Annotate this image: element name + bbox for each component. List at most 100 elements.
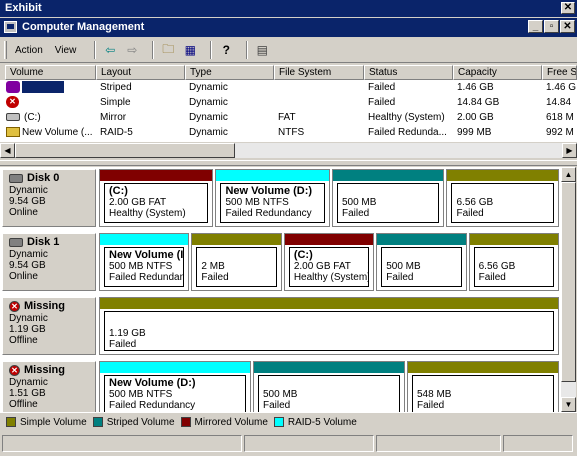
menu-view[interactable]: View (55, 45, 77, 56)
volume-row[interactable]: Striped Dynamic Failed 1.46 GB 1.46 G (0, 80, 577, 95)
mirrored-volume-swatch (180, 417, 191, 427)
partition-status: Failed (478, 272, 506, 283)
toolbar-separator (246, 41, 249, 59)
scroll-up-arrow-icon[interactable]: ▲ (561, 167, 576, 182)
column-header-capacity[interactable]: Capacity (453, 65, 542, 80)
volume-type: Dynamic (189, 127, 228, 138)
partition[interactable]: (C:) 2.00 GB FAT Healthy (System) (283, 233, 375, 291)
scroll-thumb-vertical[interactable] (561, 182, 576, 382)
striped-volume-bar (332, 170, 444, 181)
disk-type: Dynamic (9, 313, 48, 324)
window-titlebar: Computer Management _ ▫ ✕ (0, 18, 577, 37)
volume-capacity: 14.84 GB (457, 97, 500, 108)
minimize-button[interactable]: _ (528, 20, 543, 33)
legend-item: Striped Volume (92, 417, 175, 428)
partition[interactable]: New Volume (D:) 500 MB NTFS Failed Redunda… (215, 169, 330, 227)
simple-volume-bar (469, 234, 559, 245)
toolbar-grip[interactable] (4, 41, 7, 59)
properties-icon[interactable]: ▤ (254, 42, 270, 58)
back-arrow-icon[interactable]: ⇦ (102, 42, 118, 58)
show-hide-tree-icon[interactable]: ▦ (182, 42, 198, 58)
disk-icon (9, 238, 23, 247)
disk-size: 1.19 GB (9, 324, 46, 335)
legend-label: RAID-5 Volume (287, 416, 357, 428)
partition[interactable]: New Volume (D:) 500 MB NTFS Failed Redunda… (99, 361, 251, 412)
partition[interactable]: 500 MB Failed (331, 169, 445, 227)
disk-label[interactable]: ✕ Missing Dynamic 1.51 GB Offline (2, 361, 96, 412)
partition[interactable]: New Volume (I 500 MB NTFS Failed Redundanc (99, 233, 190, 291)
exhibit-close-button[interactable]: ✕ (561, 2, 575, 14)
volume-row[interactable]: New Volume (... RAID-5 Dynamic NTFS Fail… (0, 125, 577, 140)
missing-disk-icon: ✕ (9, 365, 20, 376)
disk-size: 1.51 GB (9, 388, 46, 399)
partition[interactable]: 548 MB Failed (407, 361, 559, 412)
partition-size: 500 MB (386, 261, 421, 272)
partition-status: Failed (201, 272, 229, 283)
partition-status: Healthy (System) (293, 272, 370, 283)
horizontal-scrollbar[interactable]: ◀ ▶ (0, 143, 577, 158)
partition[interactable]: 2 MB Failed (191, 233, 282, 291)
partition-title: (C:) (293, 249, 313, 261)
status-pane (503, 435, 573, 452)
disk-name: Missing (24, 364, 65, 376)
partition[interactable]: 6.56 GB Failed (446, 169, 559, 227)
vertical-scrollbar[interactable]: ▲ ▼ (561, 167, 576, 412)
column-header-status[interactable]: Status (364, 65, 453, 80)
volume-row[interactable]: (C:) Mirror Dynamic FAT Healthy (System)… (0, 110, 577, 125)
forward-arrow-icon[interactable]: ⇨ (124, 42, 140, 58)
column-header-volume[interactable]: Volume (5, 65, 96, 80)
partition-status: Failed Redundanc (109, 272, 185, 283)
scroll-thumb[interactable] (15, 143, 235, 158)
volume-list: Striped Dynamic Failed 1.46 GB 1.46 G ✕ … (0, 80, 577, 142)
scroll-down-arrow-icon[interactable]: ▼ (561, 397, 576, 412)
partition-status: Failed Redundancy (225, 208, 312, 219)
column-header-file-system[interactable]: File System (274, 65, 364, 80)
partition[interactable]: (C:) 2.00 GB FAT Healthy (System) (99, 169, 214, 227)
missing-disk-icon: ✕ (9, 301, 20, 312)
column-header-type[interactable]: Type (185, 65, 274, 80)
partition-size: 500 MB (263, 389, 298, 400)
disk-type: Dynamic (9, 377, 48, 388)
striped-volume-bar (254, 362, 404, 373)
partition-size: 500 MB NTFS (109, 389, 173, 400)
up-folder-icon[interactable]: 🗀 (160, 42, 176, 58)
toolbar-separator (94, 41, 97, 59)
legend-label: Simple Volume (20, 416, 87, 428)
partition[interactable]: 6.56 GB Failed (468, 233, 560, 291)
scroll-left-arrow-icon[interactable]: ◀ (0, 143, 15, 158)
partition[interactable]: 1.19 GB Failed (99, 297, 559, 355)
raid5-volume-bar (216, 170, 329, 181)
partition[interactable]: 500 MB Failed (253, 361, 405, 412)
volume-capacity: 1.46 GB (457, 82, 494, 93)
legend-item: RAID-5 Volume (273, 416, 357, 428)
disk-label[interactable]: Disk 0 Dynamic 9.54 GB Online (2, 169, 96, 227)
partition-status: Failed (263, 400, 291, 411)
window-title: Computer Management (22, 21, 145, 33)
close-button[interactable]: ✕ (560, 20, 575, 33)
disk-type: Dynamic (9, 249, 48, 260)
disk-size: 9.54 GB (9, 260, 46, 271)
volume-type: Dynamic (189, 112, 228, 123)
restore-button[interactable]: ▫ (544, 20, 559, 33)
partition-size: 1.19 GB (109, 328, 146, 339)
partition[interactable]: 500 MB Failed (376, 233, 467, 291)
disk-name: Disk 0 (27, 172, 60, 184)
disk-label[interactable]: Disk 1 Dynamic 9.54 GB Online (2, 233, 96, 291)
status-pane (376, 435, 501, 452)
disk-name: Disk 1 (27, 236, 60, 248)
menu-action[interactable]: Action (15, 45, 43, 56)
volume-row[interactable]: ✕ Simple Dynamic Failed 14.84 GB 14.84 (0, 95, 577, 110)
disk-label[interactable]: ✕ Missing Dynamic 1.19 GB Offline (2, 297, 96, 355)
scroll-right-arrow-icon[interactable]: ▶ (562, 143, 577, 158)
exhibit-title: Exhibit (5, 2, 42, 14)
help-icon[interactable]: ? (218, 42, 234, 58)
column-header-free-space[interactable]: Free S (542, 65, 577, 80)
disk-row: ✕ Missing Dynamic 1.19 GB Offline 1.19 GB… (0, 295, 561, 357)
volume-type: Dynamic (189, 82, 228, 93)
pane-splitter[interactable] (0, 160, 577, 166)
partition-size: 500 MB NTFS (109, 261, 173, 272)
disk-type: Dynamic (9, 185, 48, 196)
column-header-layout[interactable]: Layout (96, 65, 185, 80)
partition-size: 500 MB (341, 197, 377, 208)
volume-name: (C:) (24, 112, 41, 123)
